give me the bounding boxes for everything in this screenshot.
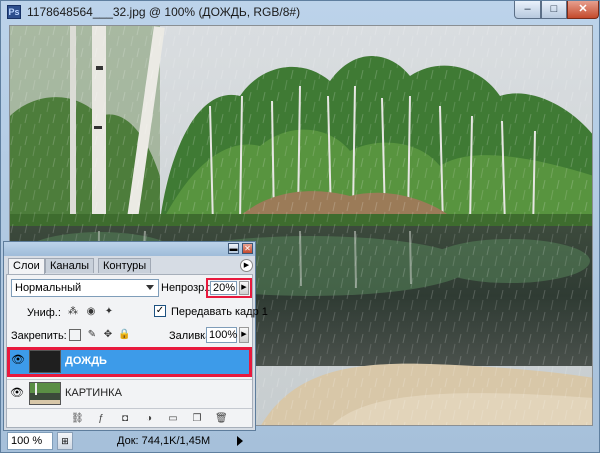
layer-thumbnail <box>29 350 61 373</box>
panel-menu-icon[interactable]: ▶ <box>240 259 253 272</box>
new-group-folder-icon[interactable]: ▭ <box>167 413 179 425</box>
zoom-menu-button[interactable]: ⊞ <box>57 432 73 450</box>
lock-all-icon[interactable]: 🔒 <box>118 329 130 341</box>
lock-image-brush-icon[interactable]: ✎ <box>86 329 98 341</box>
new-layer-icon[interactable]: ❐ <box>191 413 203 425</box>
blend-mode-value: Нормальный <box>15 282 82 294</box>
document-window: Ps 1178648564___32.jpg @ 100% (ДОЖДЬ, RG… <box>0 0 600 453</box>
opacity-slider-arrow-icon[interactable]: ▶ <box>239 281 249 295</box>
layer-row-rain[interactable]: 👁 ДОЖДЬ <box>7 347 252 377</box>
eye-visibility-icon[interactable]: 👁 <box>10 387 24 399</box>
eye-visibility-icon[interactable]: 👁 <box>11 354 25 366</box>
unify-visibility-icon[interactable]: ◉ <box>85 306 97 318</box>
layer-row-picture[interactable]: 👁 КАРТИНКА <box>7 379 252 409</box>
status-menu-arrow-icon[interactable] <box>237 436 243 446</box>
window-title: 1178648564___32.jpg @ 100% (ДОЖДЬ, RGB/8… <box>27 5 301 19</box>
minimize-button[interactable]: – <box>514 1 541 19</box>
maximize-button[interactable]: □ <box>541 1 567 19</box>
lock-label: Закрепить: <box>11 330 67 342</box>
propagate-frame-checkbox[interactable]: ✓ <box>154 305 166 317</box>
opacity-label: Непрозр.: <box>161 282 211 294</box>
layer-name: ДОЖДЬ <box>65 355 107 367</box>
photoshop-doc-icon: Ps <box>7 5 21 19</box>
layer-thumbnail <box>29 382 61 405</box>
tab-paths[interactable]: Контуры <box>98 258 152 273</box>
tab-channels[interactable]: Каналы <box>45 258 95 273</box>
chevron-down-icon <box>146 285 154 290</box>
opacity-input[interactable]: 20% <box>210 281 237 295</box>
unify-position-icon[interactable]: ⁂ <box>67 306 79 318</box>
layers-panel-body: Нормальный Непрозр.: 20% ▶ Униф.: ⁂ ◉ ✦ … <box>6 274 268 428</box>
panel-close-button[interactable]: ✕ <box>242 243 253 254</box>
document-size-info: Док: 744,1K/1,45M <box>117 435 211 447</box>
blend-mode-select[interactable]: Нормальный <box>11 279 159 297</box>
panel-footer-toolbar: ⛓ ƒ ◘ ◑ ▭ ❐ 🗑 <box>7 411 252 427</box>
trash-icon[interactable]: 🗑 <box>215 413 228 425</box>
fill-slider-arrow-icon[interactable]: ▶ <box>239 327 249 343</box>
lock-transparency-icon[interactable] <box>69 329 81 341</box>
panel-drag-header[interactable]: ▬ ✕ <box>4 242 255 256</box>
layer-style-icon[interactable]: ƒ <box>95 413 107 425</box>
lock-position-move-icon[interactable]: ✥ <box>102 329 114 341</box>
unify-style-icon[interactable]: ✦ <box>103 306 115 318</box>
title-bar[interactable]: Ps 1178648564___32.jpg @ 100% (ДОЖДЬ, RG… <box>1 1 600 23</box>
zoom-field[interactable]: 100 % <box>7 432 53 450</box>
propagate-frame-label: Передавать кадр 1 <box>171 306 268 318</box>
close-button[interactable]: ✕ <box>567 1 599 19</box>
link-layers-icon[interactable]: ⛓ <box>71 413 84 425</box>
status-bar: 100 % ⊞ Док: 744,1K/1,45M <box>1 429 600 453</box>
tab-layers[interactable]: Слои <box>8 258 45 274</box>
layers-panel: ▬ ✕ Слои Каналы Контуры ▶ Нормальный Неп… <box>3 241 268 431</box>
layers-list: 👁 ДОЖДЬ 👁 КАРТИНКА <box>7 347 252 409</box>
adjustment-layer-icon[interactable]: ◑ <box>143 413 155 425</box>
fill-input[interactable]: 100% <box>206 327 237 343</box>
panel-collapse-button[interactable]: ▬ <box>228 243 239 254</box>
add-mask-icon[interactable]: ◘ <box>119 413 131 425</box>
unify-label: Униф.: <box>27 307 61 319</box>
opacity-highlight: 20% ▶ <box>206 278 252 298</box>
layer-name: КАРТИНКА <box>65 387 122 399</box>
